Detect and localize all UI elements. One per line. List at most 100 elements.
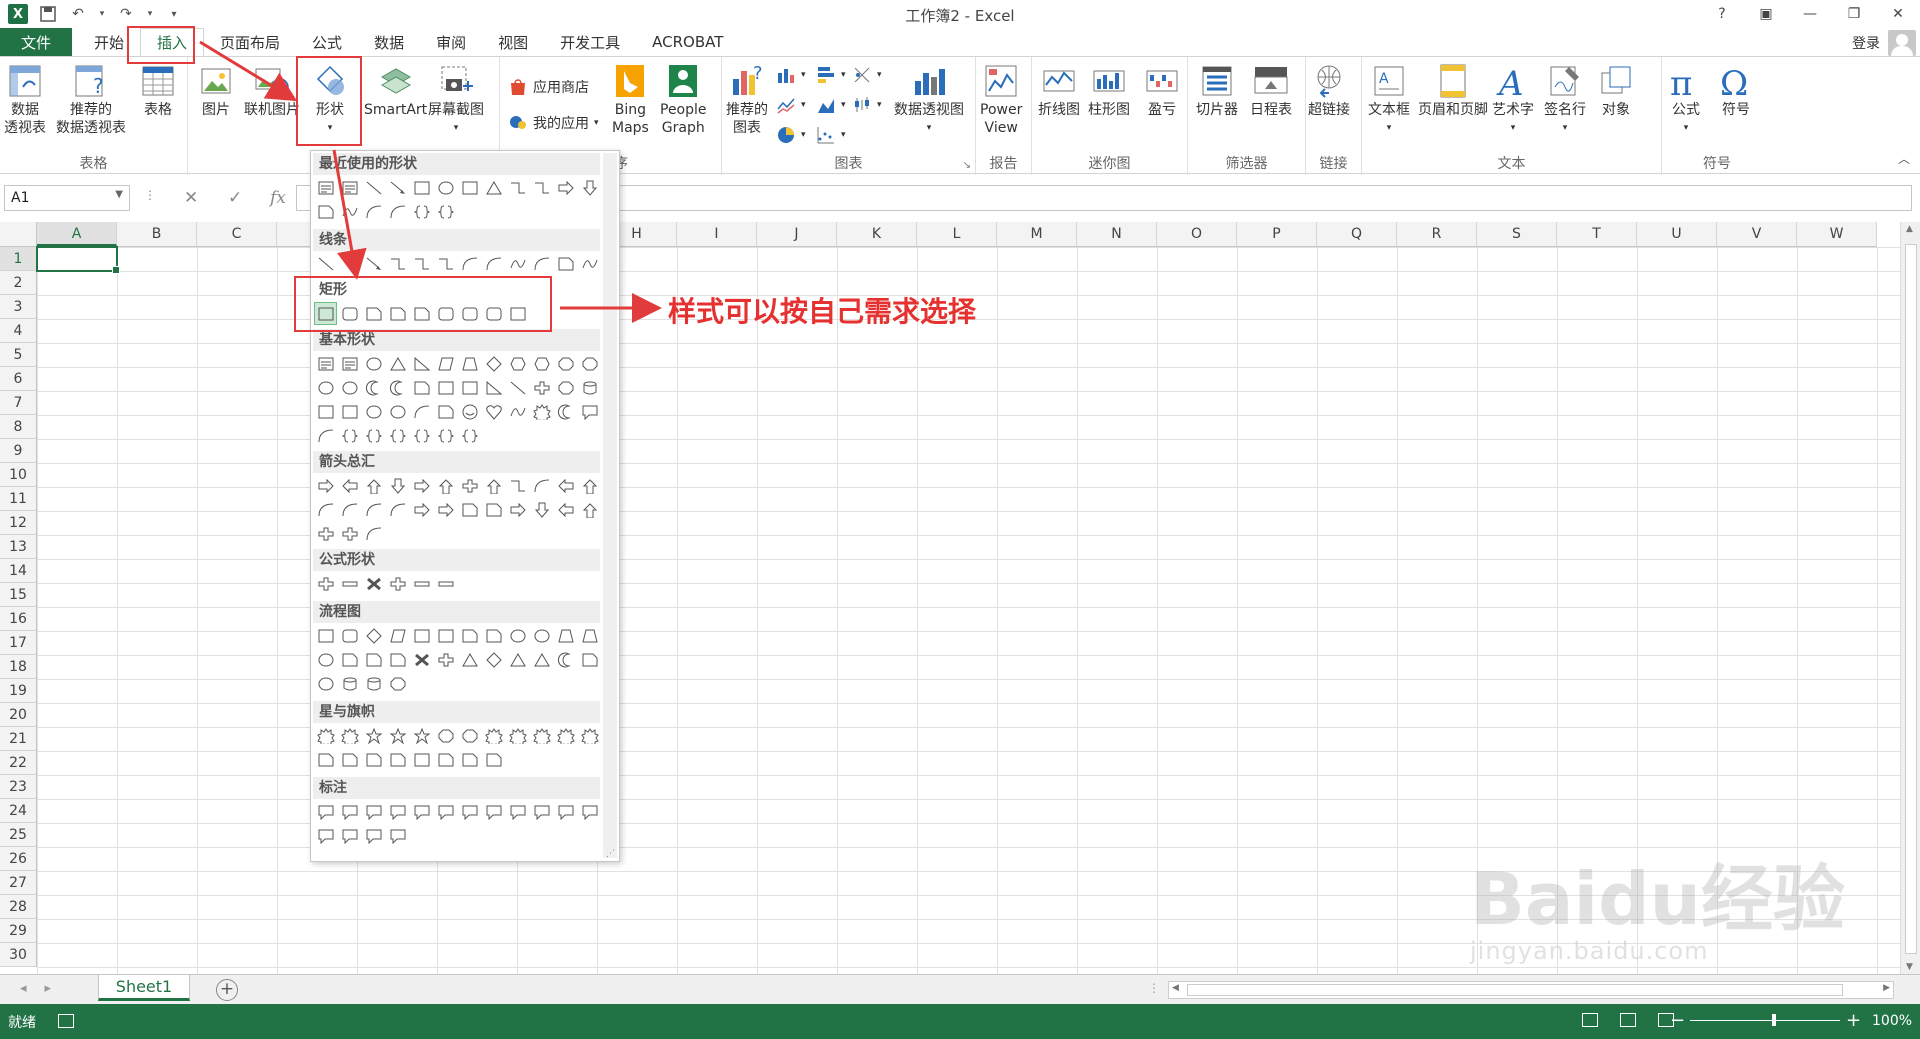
oct-shape-icon[interactable] (459, 725, 480, 746)
callout-shape-icon[interactable] (579, 801, 600, 822)
mult-shape-icon[interactable] (363, 573, 384, 594)
callout-shape-icon[interactable] (339, 801, 360, 822)
rrect-shape-icon[interactable] (339, 625, 360, 646)
elbow-shape-icon[interactable] (507, 177, 528, 198)
callout-shape-icon[interactable] (579, 401, 600, 422)
line-shape-icon[interactable] (507, 377, 528, 398)
column-header-C[interactable]: C (197, 222, 277, 246)
callout-shape-icon[interactable] (507, 801, 528, 822)
curve-shape-icon[interactable] (363, 499, 384, 520)
snip-shape-icon[interactable] (483, 749, 504, 770)
stock-chart-button[interactable]: ▾ (852, 95, 882, 115)
callout-shape-icon[interactable] (339, 825, 360, 846)
curve-shape-icon[interactable] (411, 401, 432, 422)
burst-shape-icon[interactable] (507, 725, 528, 746)
oval-shape-icon[interactable] (387, 401, 408, 422)
people-graph-button[interactable]: People Graph (660, 63, 707, 137)
rect-shape-icon[interactable] (459, 177, 480, 198)
tri-shape-icon[interactable] (507, 649, 528, 670)
row-header-17[interactable]: 17 (0, 631, 36, 655)
dia-shape-icon[interactable] (483, 649, 504, 670)
snip-shape-icon[interactable] (555, 253, 576, 274)
curve-shape-icon[interactable] (363, 523, 384, 544)
sparkline-column-button[interactable]: 柱形图 (1088, 63, 1130, 119)
rect-shape-icon[interactable] (459, 377, 480, 398)
save-icon[interactable] (38, 4, 58, 24)
column-header-B[interactable]: B (117, 222, 197, 246)
column-header-V[interactable]: V (1717, 222, 1797, 246)
sign-in-link[interactable]: 登录 (1852, 33, 1880, 53)
column-header-T[interactable]: T (1557, 222, 1637, 246)
symbol-button[interactable]: Ω 符号 (1718, 63, 1754, 119)
name-box-dropdown-icon[interactable]: ▼ (115, 189, 123, 200)
signature-line-button[interactable]: 签名行 ▾ (1544, 63, 1586, 137)
brace-shape-icon[interactable] (363, 425, 384, 446)
snip-shape-icon[interactable] (339, 649, 360, 670)
plus-shape-icon[interactable] (435, 649, 456, 670)
tri-shape-icon[interactable] (531, 649, 552, 670)
curve-shape-icon[interactable] (315, 425, 336, 446)
tab-data[interactable]: 数据 (358, 28, 420, 56)
burst-shape-icon[interactable] (531, 401, 552, 422)
snip-shape-icon[interactable] (459, 749, 480, 770)
text-shape-icon[interactable] (339, 177, 360, 198)
oct-shape-icon[interactable] (579, 353, 600, 374)
row-header-4[interactable]: 4 (0, 319, 36, 343)
tab-acrobat[interactable]: ACROBAT (636, 28, 739, 56)
enter-icon[interactable]: ✓ (228, 188, 242, 208)
add-sheet-icon[interactable]: + (216, 979, 238, 1001)
snip-shape-icon[interactable] (363, 649, 384, 670)
row-header-10[interactable]: 10 (0, 463, 36, 487)
scroll-left-icon[interactable]: ◀ (1172, 983, 1179, 993)
arD-shape-icon[interactable] (531, 499, 552, 520)
rtri-shape-icon[interactable] (411, 353, 432, 374)
moon-shape-icon[interactable] (363, 377, 384, 398)
redo-icon[interactable]: ↷ (116, 4, 136, 24)
snip-shape-icon[interactable] (315, 201, 336, 222)
arR-shape-icon[interactable] (507, 499, 528, 520)
arL-shape-icon[interactable] (339, 475, 360, 496)
oval-shape-icon[interactable] (363, 401, 384, 422)
brace-shape-icon[interactable] (459, 425, 480, 446)
column-header-M[interactable]: M (997, 222, 1077, 246)
brace-shape-icon[interactable] (411, 425, 432, 446)
horizontal-scroll-thumb[interactable] (1187, 984, 1843, 996)
row-header-6[interactable]: 6 (0, 367, 36, 391)
smile-shape-icon[interactable] (459, 401, 480, 422)
heart-shape-icon[interactable] (483, 401, 504, 422)
cyl-shape-icon[interactable] (339, 673, 360, 694)
brace-shape-icon[interactable] (339, 425, 360, 446)
tab-split-icon[interactable]: ⋮ (1148, 981, 1160, 995)
burst-shape-icon[interactable] (315, 725, 336, 746)
help-button[interactable]: ? (1700, 0, 1744, 28)
arU-shape-icon[interactable] (579, 475, 600, 496)
arL-shape-icon[interactable] (555, 475, 576, 496)
plus-shape-icon[interactable] (339, 523, 360, 544)
row-header-1[interactable]: 1 (0, 247, 36, 271)
row-header-2[interactable]: 2 (0, 271, 36, 295)
callout-shape-icon[interactable] (315, 825, 336, 846)
plus-shape-icon[interactable] (531, 377, 552, 398)
burst-shape-icon[interactable] (339, 725, 360, 746)
arU-shape-icon[interactable] (483, 475, 504, 496)
row-header-27[interactable]: 27 (0, 871, 36, 895)
row-header-22[interactable]: 22 (0, 751, 36, 775)
online-picture-button[interactable]: 联机图片 (244, 63, 300, 119)
callout-shape-icon[interactable] (459, 801, 480, 822)
row-header-15[interactable]: 15 (0, 583, 36, 607)
scribble-shape-icon[interactable] (507, 253, 528, 274)
star-shape-icon[interactable] (411, 725, 432, 746)
oct-shape-icon[interactable] (387, 673, 408, 694)
snip-shape-icon[interactable] (459, 625, 480, 646)
para-shape-icon[interactable] (435, 353, 456, 374)
active-cell[interactable] (36, 246, 120, 274)
gallery-scrollbar[interactable] (603, 153, 617, 858)
row-header-26[interactable]: 26 (0, 847, 36, 871)
line-shape-icon[interactable] (315, 253, 336, 274)
scribble-shape-icon[interactable] (339, 201, 360, 222)
oval-shape-icon[interactable] (435, 177, 456, 198)
cyl-shape-icon[interactable] (363, 673, 384, 694)
avatar[interactable] (1888, 30, 1916, 56)
oct-shape-icon[interactable] (555, 353, 576, 374)
tri-shape-icon[interactable] (459, 649, 480, 670)
